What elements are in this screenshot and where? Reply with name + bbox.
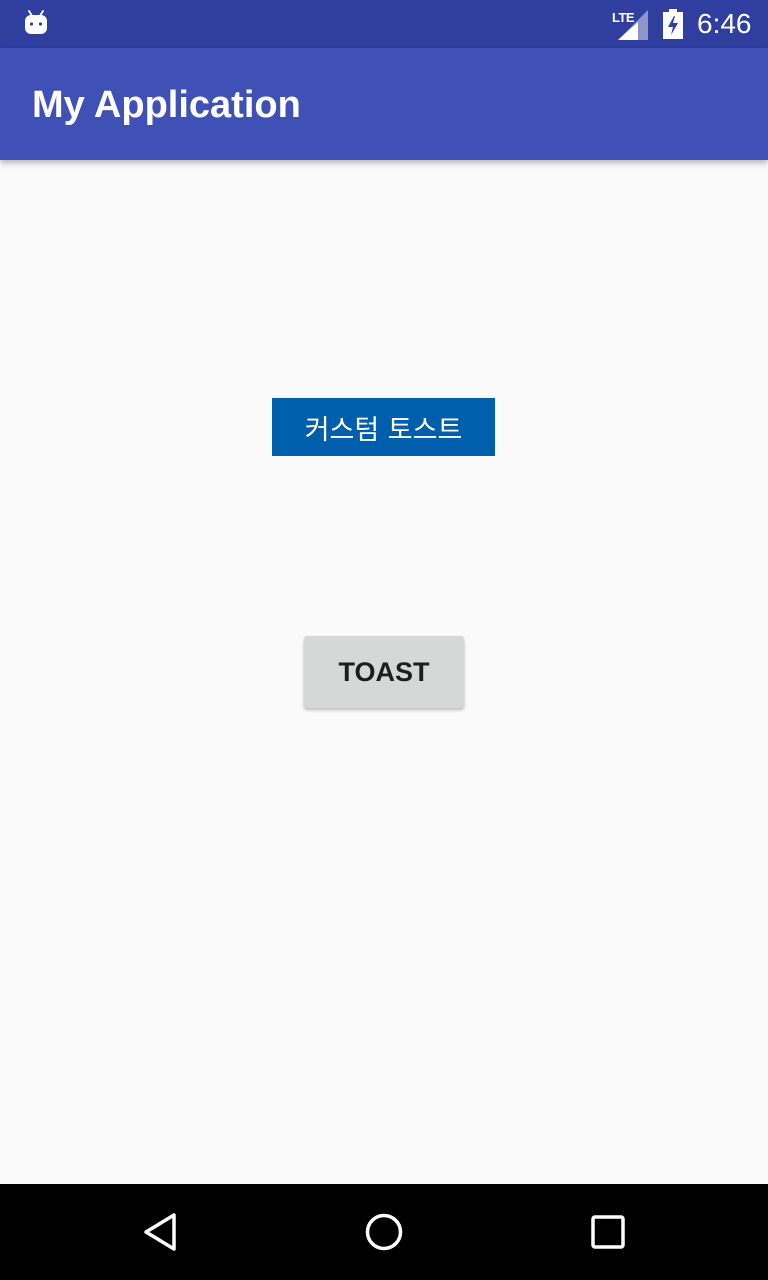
signal-icon xyxy=(618,10,648,40)
recents-icon[interactable] xyxy=(588,1212,628,1252)
battery-charging-icon xyxy=(663,9,683,39)
status-clock: 6:46 xyxy=(697,8,752,39)
custom-toast-button[interactable]: 커스텀 토스트 xyxy=(272,398,495,456)
navigation-bar xyxy=(0,1184,768,1280)
status-bar: LTE 6:46 xyxy=(0,0,768,48)
home-icon[interactable] xyxy=(364,1212,404,1252)
android-debug-icon xyxy=(25,10,47,34)
app-title: My Application xyxy=(32,84,301,126)
back-icon[interactable] xyxy=(140,1212,180,1252)
toast-button[interactable]: TOAST xyxy=(304,636,464,708)
app-bar: My Application xyxy=(0,48,768,160)
